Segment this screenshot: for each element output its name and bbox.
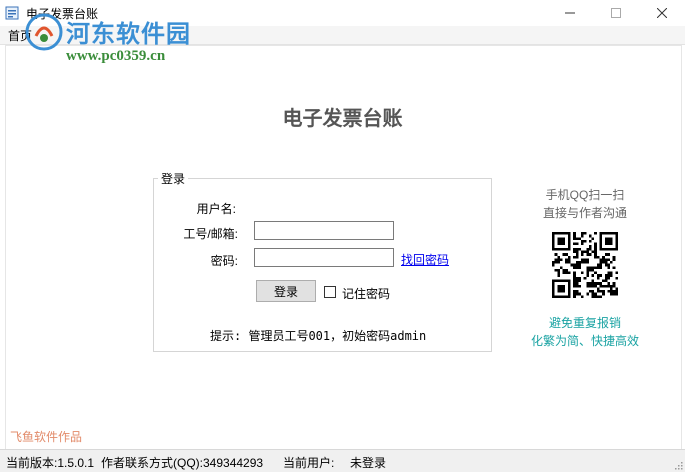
retrieve-password-link[interactable]: 找回密码: [401, 251, 449, 268]
account-label: 工号/邮箱:: [183, 227, 238, 241]
status-user-value: 未登录: [350, 456, 387, 470]
remember-password-checkbox[interactable]: [324, 286, 336, 298]
remember-password-label[interactable]: 记住密码: [342, 285, 390, 302]
qr-code: [552, 232, 618, 298]
password-label: 密码:: [210, 254, 238, 268]
close-button[interactable]: [639, 0, 685, 26]
menu-bar: 首页: [0, 26, 685, 45]
status-user-label: 当前用户:: [283, 456, 335, 470]
maximize-icon: [611, 8, 621, 18]
qq-contact-text: 直接与作者沟通: [542, 206, 627, 220]
status-contact: 作者联系方式(QQ):349344293: [101, 456, 264, 470]
maximize-button[interactable]: [593, 0, 639, 26]
status-version: 当前版本:1.5.0.1: [6, 456, 95, 470]
window-title: 电子发票台账: [26, 7, 99, 21]
login-hint: 提示: 管理员工号001，初始密码admin: [210, 329, 427, 343]
status-bar: 当前版本:1.5.0.1 作者联系方式(QQ):349344293 当前用户: …: [0, 449, 685, 472]
menu-item-home[interactable]: 首页: [6, 27, 34, 44]
resize-grip-icon[interactable]: [673, 460, 683, 470]
qq-scan-text: 手机QQ扫一扫: [545, 188, 625, 202]
minimize-button[interactable]: [547, 0, 593, 26]
page-title: 电子发票台账: [282, 108, 403, 130]
close-icon: [657, 8, 667, 18]
title-bar[interactable]: 电子发票台账: [0, 0, 685, 26]
username-label: 用户名:: [196, 202, 236, 216]
slogan-line-1: 避免重复报销: [548, 316, 621, 330]
app-icon: [5, 6, 19, 20]
login-button[interactable]: 登录: [256, 280, 316, 302]
account-input[interactable]: [254, 221, 394, 240]
password-input[interactable]: [254, 248, 394, 267]
login-group-legend: 登录: [158, 170, 189, 187]
credit-text: 飞鱼软件作品: [10, 430, 83, 444]
minimize-icon: [565, 12, 575, 14]
slogan-line-2: 化繁为简、快捷高效: [530, 334, 639, 348]
